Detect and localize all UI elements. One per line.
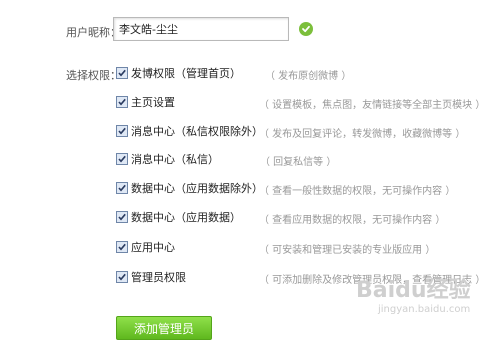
permission-row-admin[interactable]: 管理员权限 [116, 270, 186, 284]
permission-desc: （ 设置模板，焦点图，友情链接等全部主页模块 ） [259, 100, 486, 111]
permission-desc: （ 查看一般性数据的权限，无可操作内容 ） [259, 186, 456, 197]
check-circle-icon [299, 22, 313, 36]
permission-label: 数据中心（应用数据除外） [131, 182, 263, 195]
permission-label: 管理员权限 [131, 271, 186, 284]
watermark-sub: jingyan.baidu.com [378, 304, 471, 315]
permission-label: 消息中心（私信权限除外） [131, 125, 263, 138]
permission-label: 消息中心（私信） [131, 153, 219, 166]
permission-checkbox[interactable] [116, 241, 128, 253]
permission-row-messages[interactable]: 消息中心（私信权限除外） [116, 124, 263, 138]
permissions-label: 选择权限： [66, 69, 121, 82]
permission-label: 主页设置 [131, 96, 175, 109]
permission-checkbox[interactable] [116, 153, 128, 165]
permission-checkbox[interactable] [116, 271, 128, 283]
permission-checkbox[interactable] [116, 67, 128, 79]
baidu-watermark: Baidu经验 jingyan.baidu.com [356, 272, 496, 322]
permission-row-private-messages[interactable]: 消息中心（私信） [116, 152, 219, 166]
nickname-input[interactable] [113, 17, 289, 41]
permission-label: 发博权限（管理首页） [131, 67, 241, 80]
permission-row-post[interactable]: 发博权限（管理首页） [116, 66, 241, 80]
permission-checkbox[interactable] [116, 211, 128, 223]
permission-checkbox[interactable] [116, 125, 128, 137]
permission-desc: （ 查看应用数据的权限，无可操作内容 ） [259, 215, 446, 226]
add-admin-button[interactable]: 添加管理员 [116, 316, 212, 340]
permission-label: 应用中心 [131, 241, 175, 254]
permission-checkbox[interactable] [116, 182, 128, 194]
watermark-main: Baidu经验 [356, 278, 471, 303]
permission-desc: （ 可安装和管理已安装的专业版应用 ） [259, 245, 436, 256]
permission-checkbox[interactable] [116, 96, 128, 108]
permission-label: 数据中心（应用数据） [131, 211, 241, 224]
permission-desc: （ 发布及回复评论，转发微博，收藏微博等 ） [259, 129, 466, 140]
permission-row-apps[interactable]: 应用中心 [116, 240, 175, 254]
permission-row-app-data[interactable]: 数据中心（应用数据） [116, 210, 241, 224]
permission-desc: （ 发布原创微博 ） [265, 71, 352, 82]
permission-row-homepage[interactable]: 主页设置 [116, 95, 175, 109]
permission-row-data[interactable]: 数据中心（应用数据除外） [116, 181, 263, 195]
permission-desc: （ 回复私信等 ） [260, 157, 337, 168]
